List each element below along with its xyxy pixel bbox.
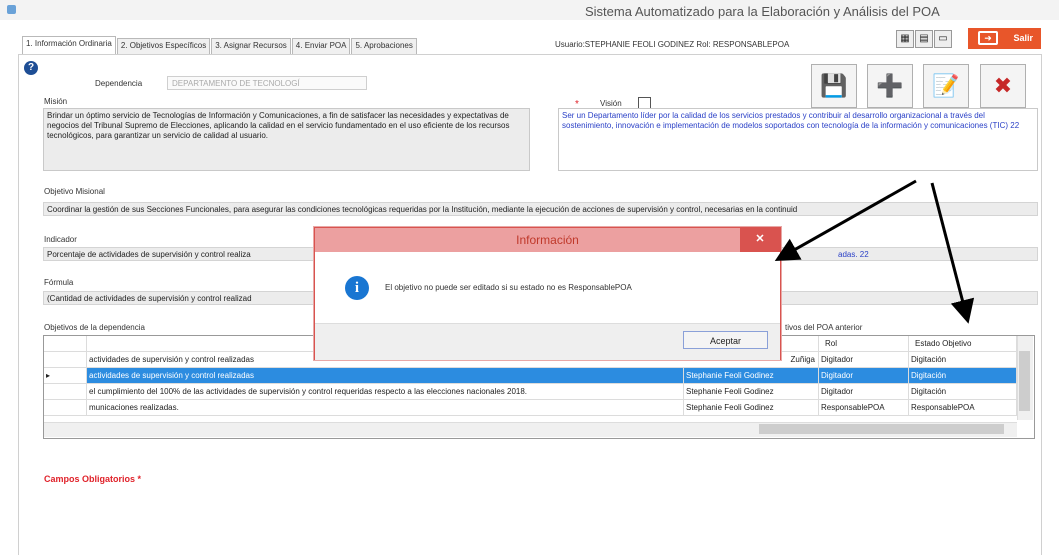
annotation-arrows <box>774 179 975 324</box>
arrow-to-estado <box>930 182 975 324</box>
arrow-to-dialog <box>774 179 917 261</box>
